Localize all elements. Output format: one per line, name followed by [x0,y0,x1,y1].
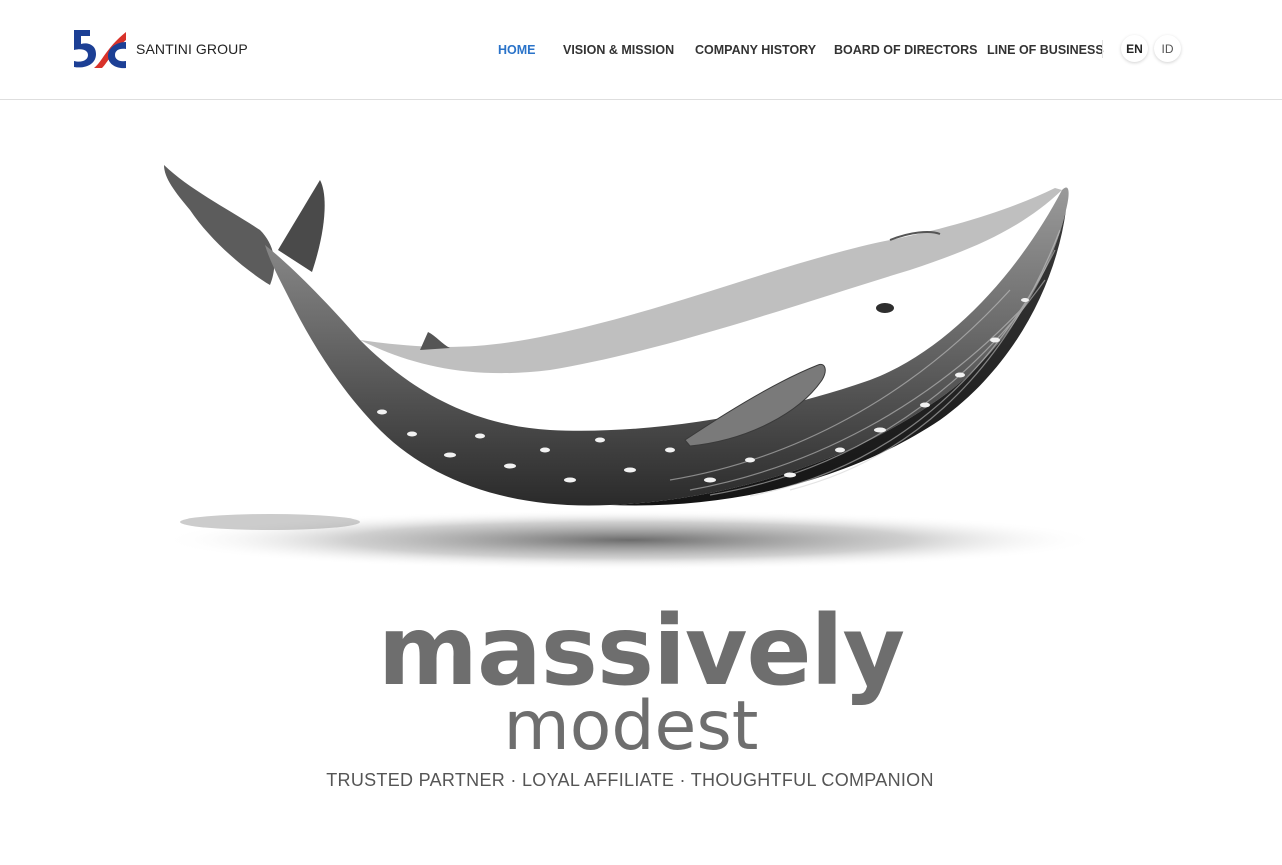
nav-divider [1102,40,1103,58]
site-header: SANTINI GROUP HOME VISION & MISSION COMP… [0,0,1282,100]
nav-company-history[interactable]: COMPANY HISTORY [695,40,816,60]
nav-vision-mission[interactable]: VISION & MISSION [563,40,674,60]
lang-id-button[interactable]: ID [1154,35,1181,62]
whale-illustration [160,165,1100,570]
hero-headline-sub: modest [503,687,759,766]
nav-line-of-business[interactable]: LINE OF BUSINESS [987,40,1104,60]
lang-en-button[interactable]: EN [1121,35,1148,62]
nav-home[interactable]: HOME [498,40,536,60]
main-nav: HOME VISION & MISSION COMPANY HISTORY BO… [0,40,1282,60]
nav-board-of-directors[interactable]: BOARD OF DIRECTORS [834,40,978,60]
hero-tagline: TRUSTED PARTNER · LOYAL AFFILIATE · THOU… [326,770,934,790]
